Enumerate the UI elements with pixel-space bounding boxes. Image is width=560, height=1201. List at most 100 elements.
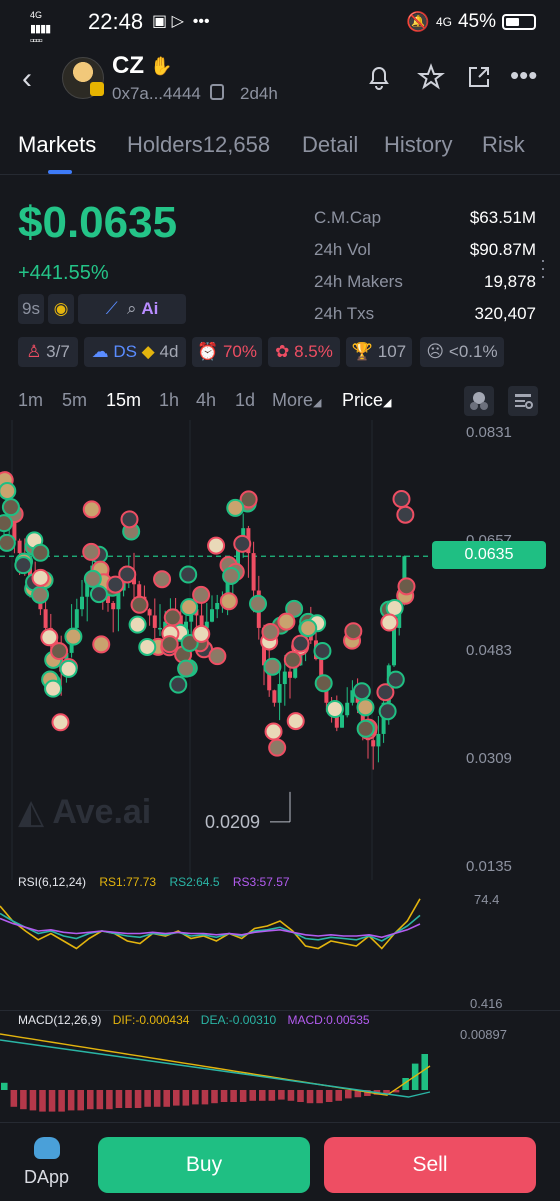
macd-bar [220, 1090, 228, 1102]
more-menu-icon[interactable]: ••• [510, 60, 537, 91]
dex-badge[interactable]: ☁ DS ◆ 4d [84, 337, 186, 367]
timeframe-5m[interactable]: 5m [62, 390, 87, 411]
chef-hat-icon: ☁ [91, 342, 109, 361]
rsi-line-rs1 [0, 898, 421, 950]
candle-body [74, 609, 79, 628]
share-icon[interactable] [464, 62, 494, 92]
current-price-tag: 0.0635 [432, 541, 546, 569]
candle-body [282, 671, 287, 685]
tools-badge[interactable]: ⟋ ⌕ Ai [78, 294, 186, 324]
macd-bar [58, 1090, 65, 1112]
tab-history[interactable]: History [384, 132, 452, 158]
trader-avatar [51, 713, 70, 732]
trader-avatar [180, 598, 199, 617]
copy-icon[interactable] [210, 84, 224, 100]
dev-badge[interactable]: ☹ <0.1% [420, 337, 504, 367]
candle-body [43, 609, 48, 628]
timeframe-1d[interactable]: 1d [235, 390, 255, 411]
trader-avatar [380, 613, 399, 632]
rsi-chart[interactable] [0, 890, 560, 1010]
timeframe-1h[interactable]: 1h [159, 390, 179, 411]
macd-bar [144, 1090, 151, 1107]
trophy-count: 107 [377, 342, 407, 361]
candle-body [210, 609, 214, 622]
candle-body [371, 740, 376, 747]
stat-value-makers: 19,878 [484, 272, 536, 291]
candle-body [251, 553, 256, 591]
low-price-marker: 0.0209 [205, 812, 261, 832]
clock: 22:48 [88, 9, 144, 34]
macd-bar [125, 1090, 132, 1108]
dapp-label[interactable]: DApp [24, 1167, 69, 1188]
active-tab-indicator [48, 170, 72, 174]
macd-bar [153, 1090, 161, 1107]
macd-legend: MACD(12,26,9) DIF:-0.000434 DEA:-0.00310… [18, 1013, 370, 1027]
stats-more-icon[interactable]: · · · [540, 251, 546, 285]
trader-avatar [344, 622, 363, 641]
trader-avatar [130, 595, 149, 614]
status-bar: 4G ▮▮▮▮ ▫▫▫▫ 22:48 ▣ ▷ ••• 🔕 4G 45% [0, 0, 560, 47]
macd-bar [325, 1090, 333, 1102]
feather-icon: ⟋ [105, 299, 118, 318]
holders-ratio-badge[interactable]: ♙ 3/7 [18, 337, 78, 367]
timeframe-1m[interactable]: 1m [18, 390, 43, 411]
price-label: Price [342, 390, 384, 410]
tab-markets[interactable]: Markets [18, 132, 96, 158]
bottom-action-bar: DApp Buy Sell [0, 1122, 560, 1201]
macd-bar [67, 1090, 75, 1111]
price-mode-select[interactable]: Price◢ [342, 390, 391, 411]
candle-body [215, 602, 220, 610]
status-right: 🔕 4G 45% [406, 10, 536, 34]
bundle-badge[interactable]: ✿ 8.5% [268, 337, 340, 367]
timeframe-more[interactable]: More◢ [272, 390, 321, 411]
trader-avatar [179, 565, 198, 584]
macd-bar [306, 1090, 314, 1104]
holders-ratio: 3/7 [46, 342, 70, 361]
tab-holders[interactable]: Holders12,658 [127, 132, 270, 158]
trader-avatar [325, 699, 344, 718]
timeframe-4h[interactable]: 4h [196, 390, 216, 411]
price-axis-label: 0.0135 [466, 858, 512, 875]
price-axis-label: 0.0831 [466, 424, 512, 441]
rsi-rs2: RS2:64.5 [169, 875, 220, 889]
macd-bar [106, 1090, 113, 1110]
macd-bar [29, 1090, 37, 1111]
sell-button[interactable]: Sell [324, 1137, 536, 1193]
trader-avatar [0, 533, 16, 552]
tab-detail[interactable]: Detail [302, 132, 358, 158]
trophy-badge[interactable]: 🏆 107 [346, 337, 412, 367]
candle-body [147, 609, 152, 616]
buy-button[interactable]: Buy [98, 1137, 310, 1193]
top-holders-badge[interactable]: ⏰ 70% [192, 337, 262, 367]
trader-avatar [0, 482, 17, 501]
bell-icon[interactable] [364, 62, 394, 92]
candle-body [288, 671, 292, 678]
contract-address[interactable]: 0x7a...4444 [112, 84, 201, 104]
macd-chart[interactable] [0, 1030, 560, 1120]
trader-avatar [128, 615, 147, 634]
tab-risk[interactable]: Risk [482, 132, 525, 158]
macd-bar [77, 1090, 84, 1111]
chart-settings-icon[interactable] [508, 386, 538, 416]
more-label: More [272, 390, 314, 410]
network-right: 4G [435, 15, 452, 29]
trader-avatar [120, 510, 139, 529]
trader-avatar [208, 647, 227, 666]
coins-icon[interactable]: ◉ [48, 294, 74, 324]
macd-bar [259, 1090, 266, 1101]
trader-avatar [313, 641, 332, 660]
timeframe-15m[interactable]: 15m [106, 390, 141, 411]
trader-avatar [89, 585, 108, 604]
age-badge[interactable]: 9s [18, 294, 44, 324]
trader-avatar [263, 657, 282, 676]
price-axis-label: 0.0309 [466, 750, 512, 767]
macd-bar [239, 1090, 247, 1102]
dapp-icon[interactable] [34, 1137, 60, 1159]
trader-avatar [386, 670, 405, 689]
traders-toggle-icon[interactable] [464, 386, 494, 416]
candle-body [152, 615, 157, 628]
back-arrow-icon[interactable]: ‹ [22, 62, 32, 96]
star-icon[interactable] [416, 62, 446, 92]
macd-bar [39, 1090, 46, 1112]
trader-avatar [286, 712, 305, 731]
